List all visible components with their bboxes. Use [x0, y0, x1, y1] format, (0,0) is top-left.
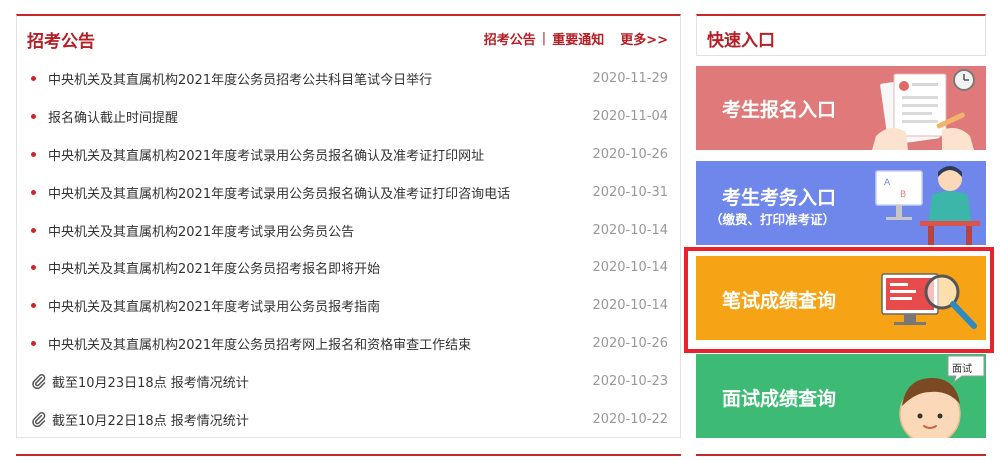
notice-title[interactable]: 中央机关及其直属机构2021年度考试录用公务员公告	[48, 221, 584, 240]
notice-date: 2020-10-22	[592, 411, 668, 427]
student-at-computer-icon: A B	[875, 166, 980, 245]
exam-affairs-entry-sub: （缴费、打印准考证）	[710, 212, 836, 227]
list-item[interactable]: 中央机关及其直属机构2021年度公务员招考报名即将开始 2020-10-14	[17, 249, 680, 287]
notice-date: 2020-10-23	[592, 373, 668, 389]
notice-date: 2020-10-14	[592, 260, 668, 276]
interview-score-query-banner[interactable]: 面试成绩查询 面试	[696, 354, 986, 438]
notice-title[interactable]: 中央机关及其直属机构2021年度考试录用公务员报名确认及准考证打印咨询电话	[48, 183, 584, 202]
notice-title[interactable]: 截至10月22日18点 报考情况统计	[52, 410, 584, 429]
notice-date: 2020-10-14	[592, 298, 668, 314]
bullet-icon	[31, 151, 36, 157]
more-link[interactable]: 更多>>	[620, 29, 668, 48]
notice-date: 2020-10-26	[592, 146, 668, 162]
quick-entry-title: 快速入口	[707, 31, 775, 51]
notice-header-links: 招考公告 | 重要通知 更多>>	[484, 29, 668, 48]
list-item[interactable]: 截至10月23日18点 报考情况统计 2020-10-23	[17, 362, 680, 400]
section-divider	[696, 454, 986, 456]
bullet-icon	[31, 189, 36, 195]
list-item[interactable]: 中央机关及其直属机构2021年度公务员招考网上报名和资格审查工作结束 2020-…	[17, 325, 680, 363]
exam-affairs-entry-banner[interactable]: 考生考务入口 （缴费、打印准考证） A B	[696, 161, 986, 245]
notice-title[interactable]: 截至10月23日18点 报考情况统计	[52, 372, 584, 391]
list-item[interactable]: 中央机关及其直属机构2021年度考试录用公务员报名确认及准考证打印咨询电话 20…	[17, 173, 680, 211]
notice-date: 2020-10-26	[592, 335, 668, 351]
bullet-icon	[31, 340, 36, 346]
notice-title[interactable]: 中央机关及其直属机构2021年度公务员招考网上报名和资格审查工作结束	[48, 334, 584, 353]
notice-title[interactable]: 报名确认截止时间提醒	[48, 107, 584, 126]
notice-title[interactable]: 中央机关及其直属机构2021年度公务员招考公共科目笔试今日举行	[48, 69, 584, 88]
list-item[interactable]: 中央机关及其直属机构2021年度考试录用公务员报考指南 2020-10-14	[17, 287, 680, 325]
application-form-icon	[872, 69, 975, 150]
notice-date: 2020-11-04	[592, 109, 668, 125]
bullet-icon	[31, 265, 36, 271]
important-notice-link[interactable]: 重要通知	[552, 29, 604, 48]
notice-tab-link[interactable]: 招考公告	[484, 29, 536, 48]
bullet-icon	[31, 227, 36, 233]
written-score-query-label: 笔试成绩查询	[722, 290, 837, 312]
score-search-monitor-icon	[881, 273, 977, 329]
svg-text:A: A	[884, 178, 891, 188]
list-item[interactable]: 中央机关及其直属机构2021年度公务员招考公共科目笔试今日举行 2020-11-…	[17, 60, 680, 98]
list-item[interactable]: 中央机关及其直属机构2021年度考试录用公务员公告 2020-10-14	[17, 211, 680, 249]
bullet-icon	[31, 114, 36, 120]
registration-entry-banner[interactable]: 考生报名入口	[696, 66, 986, 150]
section-divider	[16, 454, 681, 456]
notice-title[interactable]: 中央机关及其直属机构2021年度考试录用公务员报名确认及准考证打印网址	[48, 145, 584, 164]
notice-panel-header: 招考公告 招考公告 | 重要通知 更多>>	[17, 16, 680, 60]
interview-score-query-label: 面试成绩查询	[722, 388, 837, 410]
notice-title[interactable]: 中央机关及其直属机构2021年度考试录用公务员报考指南	[48, 296, 584, 315]
notice-panel: 招考公告 招考公告 | 重要通知 更多>> 中央机关及其直属机构2021年度公务…	[16, 14, 681, 438]
paperclip-icon	[31, 373, 47, 390]
notice-date: 2020-10-31	[592, 184, 668, 200]
list-item[interactable]: 截至10月22日18点 报考情况统计 2020-10-22	[17, 400, 680, 438]
svg-text:B: B	[900, 190, 906, 200]
interview-badge: 面试	[952, 362, 972, 375]
link-separator: |	[541, 31, 547, 46]
bullet-icon	[31, 76, 36, 82]
paperclip-icon	[31, 411, 47, 428]
interview-badge-text: 面试	[952, 362, 972, 375]
list-item[interactable]: 中央机关及其直属机构2021年度考试录用公务员报名确认及准考证打印网址 2020…	[17, 136, 680, 174]
written-score-query-banner[interactable]: 笔试成绩查询	[696, 256, 986, 340]
notice-date: 2020-11-29	[592, 71, 668, 87]
bullet-icon	[31, 303, 36, 309]
quick-entry-header: 快速入口	[696, 14, 986, 56]
notice-list: 中央机关及其直属机构2021年度公务员招考公共科目笔试今日举行 2020-11-…	[17, 60, 680, 438]
list-item[interactable]: 报名确认截止时间提醒 2020-11-04	[17, 98, 680, 136]
notice-title[interactable]: 中央机关及其直属机构2021年度公务员招考报名即将开始	[48, 258, 584, 277]
exam-affairs-entry-label: 考生考务入口	[722, 187, 837, 209]
notice-panel-title: 招考公告	[27, 32, 95, 52]
registration-entry-label: 考生报名入口	[722, 99, 837, 121]
notice-date: 2020-10-14	[592, 222, 668, 238]
